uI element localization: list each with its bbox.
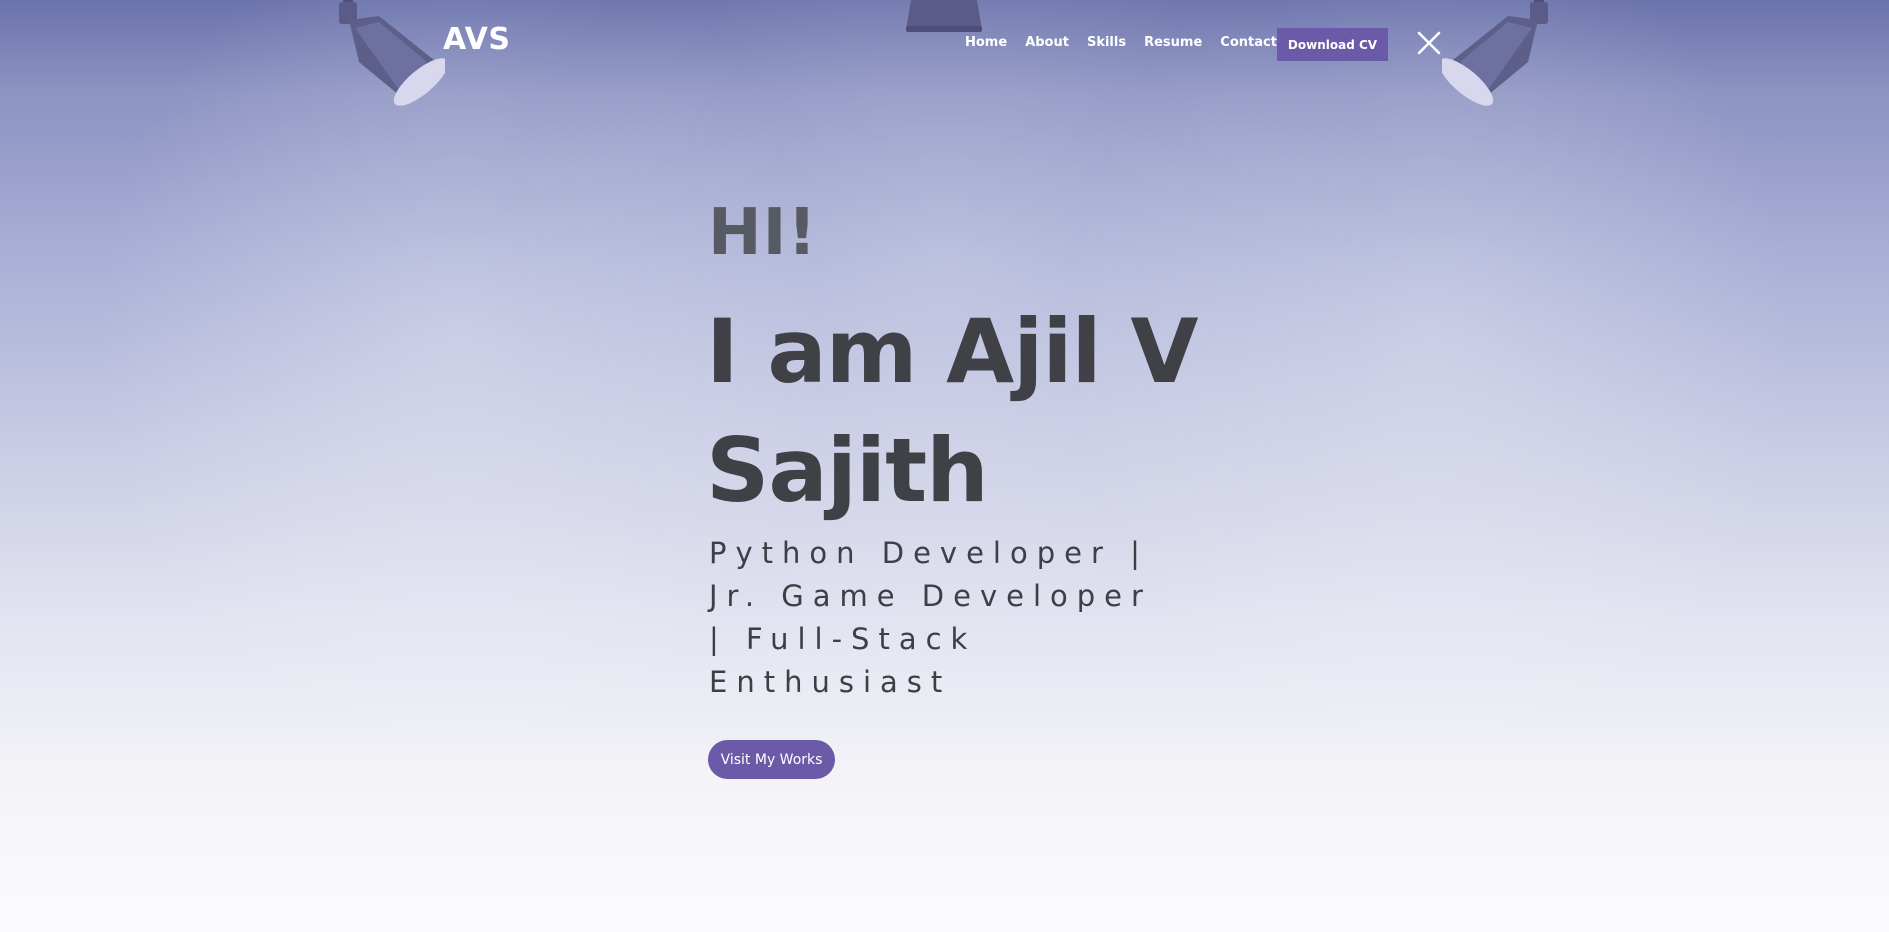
close-icon[interactable] bbox=[1416, 30, 1442, 56]
role-subtitle: Python Developer | Jr. Game Developer | … bbox=[709, 536, 1152, 699]
spotlight-left-icon bbox=[339, 0, 445, 106]
name-heading: I am Ajil V Sajith bbox=[706, 300, 1198, 522]
nav-contact[interactable]: Contact bbox=[1220, 35, 1277, 50]
brand-logo[interactable]: AVS bbox=[443, 22, 511, 57]
download-cv-button[interactable]: Download CV bbox=[1277, 28, 1388, 61]
greeting-heading: HI! bbox=[708, 196, 818, 270]
nav-about[interactable]: About bbox=[1025, 35, 1069, 50]
nav-resume[interactable]: Resume bbox=[1144, 35, 1202, 50]
hero-section: AVS Home About Skills Resume Contact Dow… bbox=[0, 0, 1889, 932]
main-nav: Home About Skills Resume Contact bbox=[965, 35, 1277, 50]
spotlight-right-icon bbox=[1442, 0, 1548, 106]
visit-works-button[interactable]: Visit My Works bbox=[708, 740, 835, 779]
nav-skills[interactable]: Skills bbox=[1087, 35, 1126, 50]
nav-home[interactable]: Home bbox=[965, 35, 1007, 50]
